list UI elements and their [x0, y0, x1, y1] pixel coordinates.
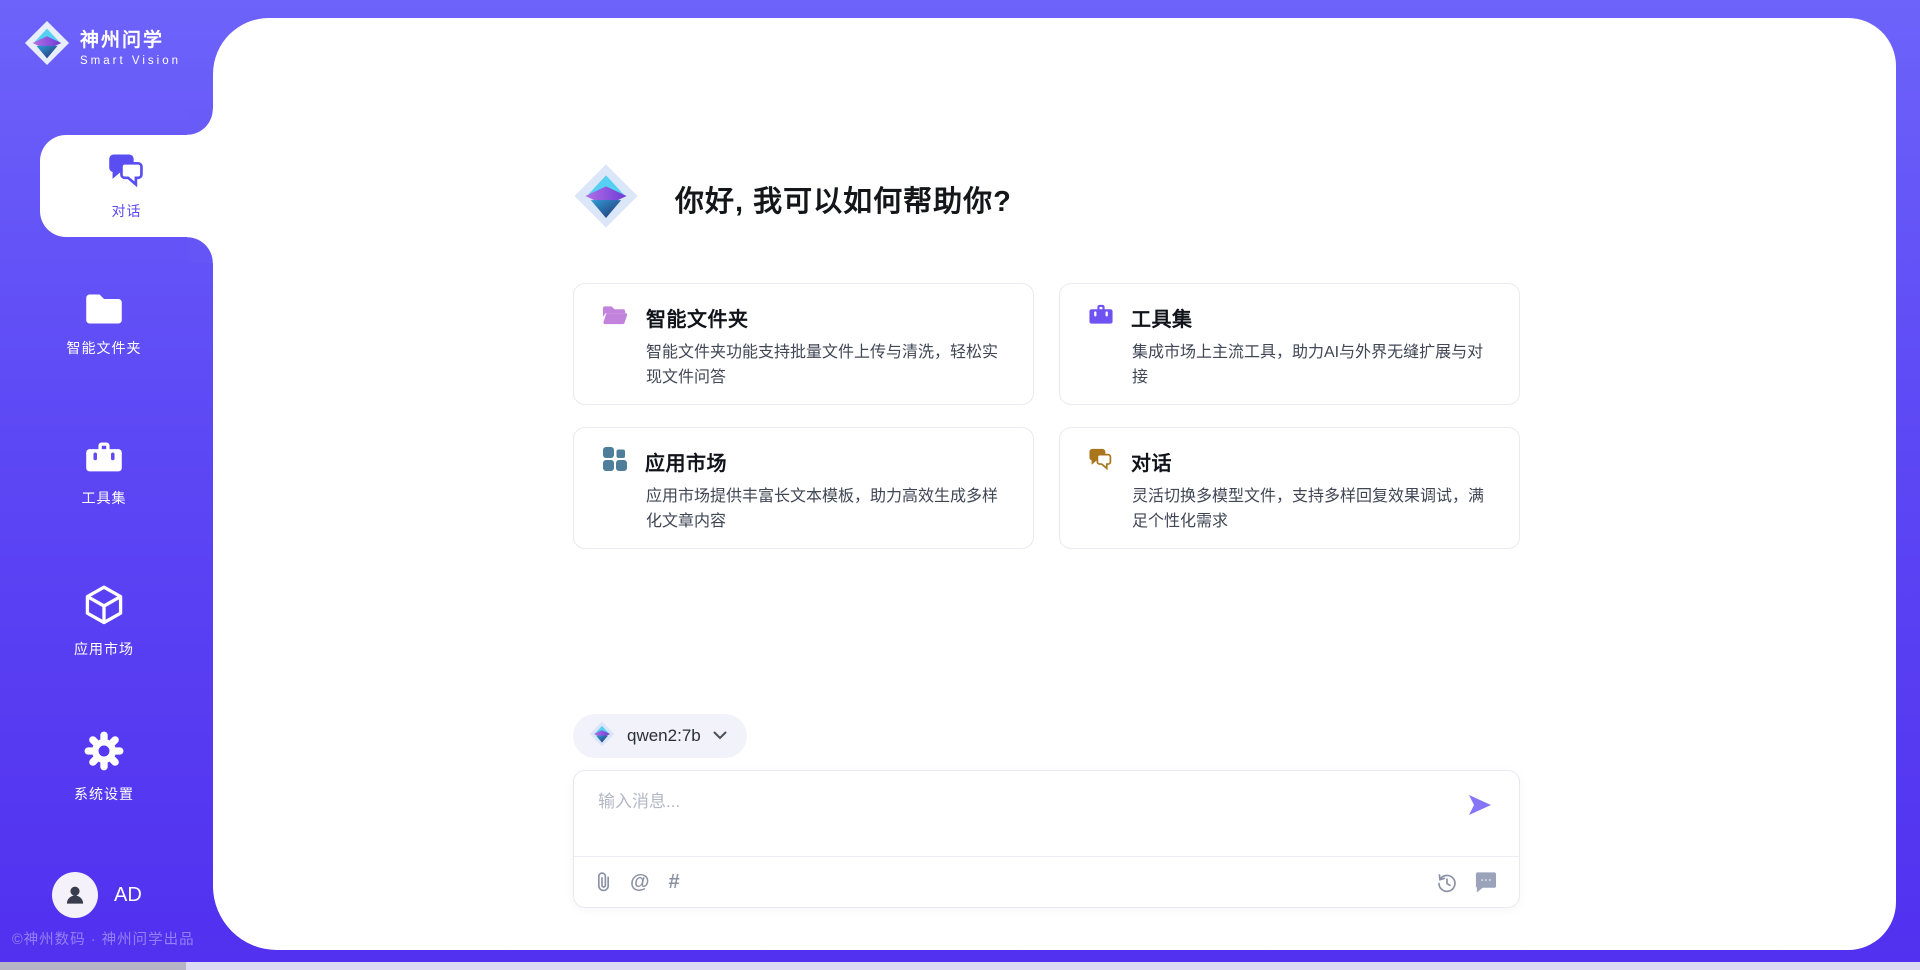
card-title: 工具集: [1131, 303, 1193, 332]
brand-diamond-icon: [24, 20, 70, 71]
brand-diamond-icon: [573, 163, 639, 234]
greeting-title: 你好, 我可以如何帮助你?: [675, 178, 1012, 220]
chat-icon: [107, 152, 147, 193]
card-description: 应用市场提供丰富长文本模板，助力高效生成多样化文章内容: [646, 484, 1011, 534]
composer-divider: [574, 856, 1519, 857]
cube-icon: [84, 585, 124, 630]
app-window: 神州问学 Smart Vision 对话 智能文件夹: [0, 0, 1920, 970]
mention-button[interactable]: @: [630, 869, 650, 895]
main-content: 你好, 我可以如何帮助你? 智能文件夹 智能文件夹功能支持批量文件上传与清洗，轻…: [213, 18, 1896, 950]
feature-cards: 智能文件夹 智能文件夹功能支持批量文件上传与清洗，轻松实现文件问答 工具集: [573, 283, 1520, 549]
card-title: 智能文件夹: [646, 303, 749, 332]
mention-icon: @: [630, 871, 650, 894]
card-description: 集成市场上主流工具，助力AI与外界无缝扩展与对接: [1132, 340, 1497, 390]
brand-logo: 神州问学 Smart Vision: [24, 20, 181, 71]
sidebar-item-label: 对话: [112, 201, 142, 221]
horizontal-scrollbar[interactable]: [0, 962, 1920, 970]
chevron-down-icon: [713, 727, 727, 745]
brand-subtitle: Smart Vision: [80, 55, 181, 67]
card-description: 灵活切换多模型文件，支持多样回复效果调试，满足个性化需求: [1132, 484, 1497, 534]
sidebar-item-label: 系统设置: [74, 784, 134, 804]
sidebar-item-label: 工具集: [82, 488, 127, 508]
attachment-button[interactable]: [596, 869, 611, 895]
scrollbar-thumb[interactable]: [0, 962, 186, 970]
tab-curve-bottom: [187, 237, 213, 263]
user-profile[interactable]: AD: [52, 872, 142, 918]
sidebar-item-chat[interactable]: 对话: [40, 135, 213, 237]
chat-icon: [1088, 447, 1114, 476]
briefcase-icon: [1088, 303, 1114, 332]
sidebar-item-label: 智能文件夹: [67, 338, 142, 358]
folder-open-icon: [602, 304, 629, 331]
grid-icon: [602, 446, 628, 477]
tab-curve-top: [187, 109, 213, 135]
attachment-icon: [596, 870, 611, 894]
sidebar-item-label: 应用市场: [74, 639, 134, 659]
hashtag-button[interactable]: #: [669, 869, 680, 895]
send-button[interactable]: [1465, 791, 1495, 821]
sidebar: 神州问学 Smart Vision 对话 智能文件夹: [0, 0, 213, 970]
model-selector[interactable]: qwen2:7b: [573, 714, 747, 758]
gear-icon: [83, 730, 125, 775]
card-app-market[interactable]: 应用市场 应用市场提供丰富长文本模板，助力高效生成多样化文章内容: [573, 427, 1034, 549]
card-toolset[interactable]: 工具集 集成市场上主流工具，助力AI与外界无缝扩展与对接: [1059, 283, 1520, 405]
avatar: [52, 872, 98, 918]
user-initials: AD: [114, 884, 142, 907]
model-name: qwen2:7b: [627, 726, 701, 746]
sidebar-item-smart-folder[interactable]: 智能文件夹: [0, 292, 208, 358]
feedback-button[interactable]: [1474, 869, 1497, 895]
card-title: 应用市场: [645, 447, 727, 476]
briefcase-icon: [84, 440, 124, 479]
message-composer: @ #: [573, 770, 1520, 908]
feedback-icon: [1474, 871, 1497, 893]
history-icon: [1435, 871, 1458, 894]
hashtag-icon: #: [669, 871, 680, 894]
folder-icon: [84, 292, 124, 329]
brand-diamond-icon: [589, 721, 615, 752]
message-input[interactable]: [598, 787, 1438, 847]
card-description: 智能文件夹功能支持批量文件上传与清洗，轻松实现文件问答: [646, 340, 1011, 390]
history-button[interactable]: [1435, 869, 1458, 895]
card-chat[interactable]: 对话 灵活切换多模型文件，支持多样回复效果调试，满足个性化需求: [1059, 427, 1520, 549]
card-title: 对话: [1131, 447, 1172, 476]
sidebar-item-settings[interactable]: 系统设置: [0, 730, 208, 804]
copyright-text: ©神州数码 · 神州问学出品: [12, 928, 195, 949]
card-smart-folder[interactable]: 智能文件夹 智能文件夹功能支持批量文件上传与清洗，轻松实现文件问答: [573, 283, 1034, 405]
sidebar-item-toolset[interactable]: 工具集: [0, 440, 208, 508]
greeting: 你好, 我可以如何帮助你?: [573, 163, 1012, 234]
sidebar-item-app-market[interactable]: 应用市场: [0, 585, 208, 659]
brand-name: 神州问学: [80, 25, 181, 52]
